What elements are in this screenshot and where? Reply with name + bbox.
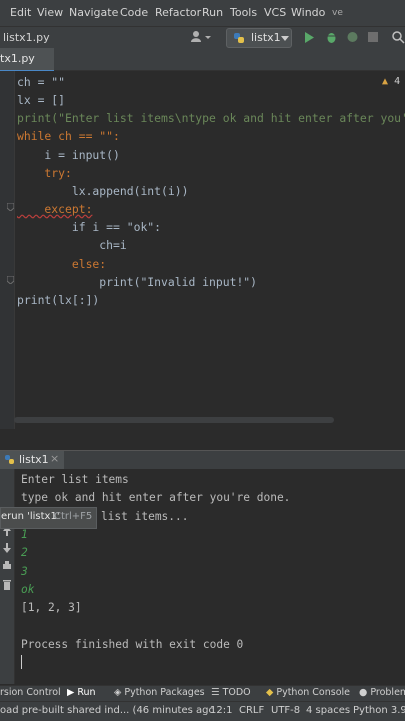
code-line-6: try: (17, 166, 72, 180)
code-line-3: print("Enter list items\ntype ok and hit… (17, 111, 405, 125)
debug-icon[interactable] (325, 30, 338, 44)
code-line-1: ch = "" (17, 75, 66, 89)
breadcrumb[interactable]: listx1.py (3, 31, 50, 44)
console-toolbar (0, 469, 15, 684)
editor-gutter[interactable] (0, 71, 15, 429)
menu-view[interactable]: View (37, 6, 63, 19)
warning-icon: ▲ (382, 76, 389, 87)
code-line-11: else: (17, 257, 107, 271)
code-editor[interactable]: ▲ 4 ch = "" lx = [] print("Enter list it… (0, 71, 405, 429)
run-configuration-selector[interactable]: listx1 (226, 28, 292, 48)
print-icon[interactable] (2, 561, 12, 572)
console-line: type ok and hit enter after you're done. (21, 491, 291, 504)
editor-tab-bar: tx1.py (0, 48, 405, 72)
tool-tab-packages-label: Python Packages (124, 687, 205, 698)
console-line: [1, 2, 3] (21, 601, 82, 614)
menu-refactor[interactable]: Refactor (155, 6, 201, 19)
text-caret (21, 655, 22, 669)
menu-navigate[interactable]: Navigate (69, 6, 118, 19)
scroll-to-end-icon[interactable] (2, 542, 12, 554)
file-encoding[interactable]: UTF-8 (271, 705, 300, 716)
menu-code[interactable]: Code (120, 6, 148, 19)
run-icon[interactable] (303, 31, 315, 44)
tooltip-action: erun 'listx1' (1, 511, 60, 522)
run-tab-listx1[interactable]: listx1 × (0, 451, 64, 471)
code-line-5: i = input() (17, 148, 120, 162)
code-line-12: print("Invalid input!") (17, 275, 258, 289)
console-line: Enter list items (21, 473, 129, 486)
rerun-tooltip: erun 'listx1' Ctrl+F5 (0, 507, 97, 529)
tool-tab-problems[interactable]: ● Problem (359, 687, 405, 698)
tool-tab-todo[interactable]: ☰ TODO (211, 687, 251, 698)
menu-tools[interactable]: Tools (230, 6, 257, 19)
menu-vcs[interactable]: VCS (264, 6, 286, 19)
tab-label: tx1.py (0, 52, 35, 65)
indent-setting[interactable]: 4 spaces (306, 705, 350, 716)
todo-icon: ☰ (211, 687, 220, 698)
status-message[interactable]: oad pre-built shared ind... (46 minutes … (0, 705, 214, 716)
console-input-line: 2 (21, 546, 28, 559)
tooltip-shortcut: Ctrl+F5 (54, 511, 93, 522)
menu-window[interactable]: Windo (291, 6, 325, 19)
tool-tab-python-console[interactable]: ◆ Python Console (266, 687, 350, 698)
run-icon: ▶ (67, 687, 75, 698)
menu-overflow[interactable]: ve (332, 8, 343, 18)
user-icon[interactable] (190, 30, 212, 44)
tool-tab-todo-label: TODO (222, 687, 251, 698)
tool-tab-version-control[interactable]: rsion Control (0, 687, 61, 698)
code-line-4: while ch == "": (17, 129, 120, 143)
warning-indicator[interactable]: ▲ 4 (382, 76, 400, 87)
tab-listx1-py[interactable]: tx1.py (0, 48, 54, 72)
python-icon (234, 33, 244, 43)
run-config-label: listx1 (251, 31, 281, 44)
tool-tab-run-label: Run (77, 687, 96, 698)
console-input-line: ok (21, 583, 35, 596)
caret-position[interactable]: 12:1 (210, 705, 232, 716)
trash-icon[interactable] (2, 579, 12, 590)
fold-marker-icon[interactable] (7, 203, 14, 211)
python-icon: ◆ (266, 687, 274, 698)
stop-icon[interactable] (368, 32, 378, 42)
console-line: Process finished with exit code 0 (21, 638, 244, 651)
code-line-9: if i == "ok": (17, 220, 162, 234)
close-icon[interactable]: × (50, 452, 59, 465)
run-panel-header: listx1 × (0, 450, 405, 471)
packages-icon: ◈ (114, 687, 122, 698)
run-tab-label: listx1 (19, 453, 49, 466)
line-separator[interactable]: CRLF (239, 705, 264, 716)
problems-icon: ● (359, 687, 368, 698)
code-line-7: lx.append(int(i)) (17, 184, 189, 198)
search-icon[interactable] (392, 31, 405, 44)
code-line-10: ch=i (17, 238, 127, 252)
tool-tab-problems-label: Problem (370, 687, 405, 698)
console-input-line: 1 (21, 528, 28, 541)
code-line-13: print(lx[:]) (17, 293, 100, 307)
tool-window-bar: rsion Control ▶ Run ◈ Python Packages ☰ … (0, 685, 405, 702)
status-bar: oad pre-built shared ind... (46 minutes … (0, 701, 405, 721)
code-line-8: except: (17, 202, 93, 216)
console-input-line: 3 (21, 565, 28, 578)
python-icon (5, 455, 14, 464)
code-line-2: lx = [] (17, 93, 66, 107)
tool-tab-python-packages[interactable]: ◈ Python Packages (114, 687, 205, 698)
fold-marker-icon[interactable] (7, 276, 14, 284)
tool-tab-run[interactable]: ▶ Run (67, 687, 96, 698)
menu-bar: Edit View Navigate Code Refactor Run Too… (0, 0, 405, 26)
coverage-icon[interactable] (346, 30, 359, 44)
python-interpreter[interactable]: Python 3.9 ( (353, 705, 405, 716)
menu-edit[interactable]: Edit (10, 6, 31, 19)
run-console-output[interactable]: Enter list items type ok and hit enter a… (15, 469, 405, 684)
warning-count: 4 (394, 76, 401, 87)
tool-tab-console-label: Python Console (276, 687, 351, 698)
menu-run[interactable]: Run (202, 6, 223, 19)
navigation-bar: listx1.py listx1 (0, 26, 405, 49)
chevron-down-icon (281, 36, 289, 41)
editor-horizontal-scrollbar[interactable] (14, 417, 334, 423)
